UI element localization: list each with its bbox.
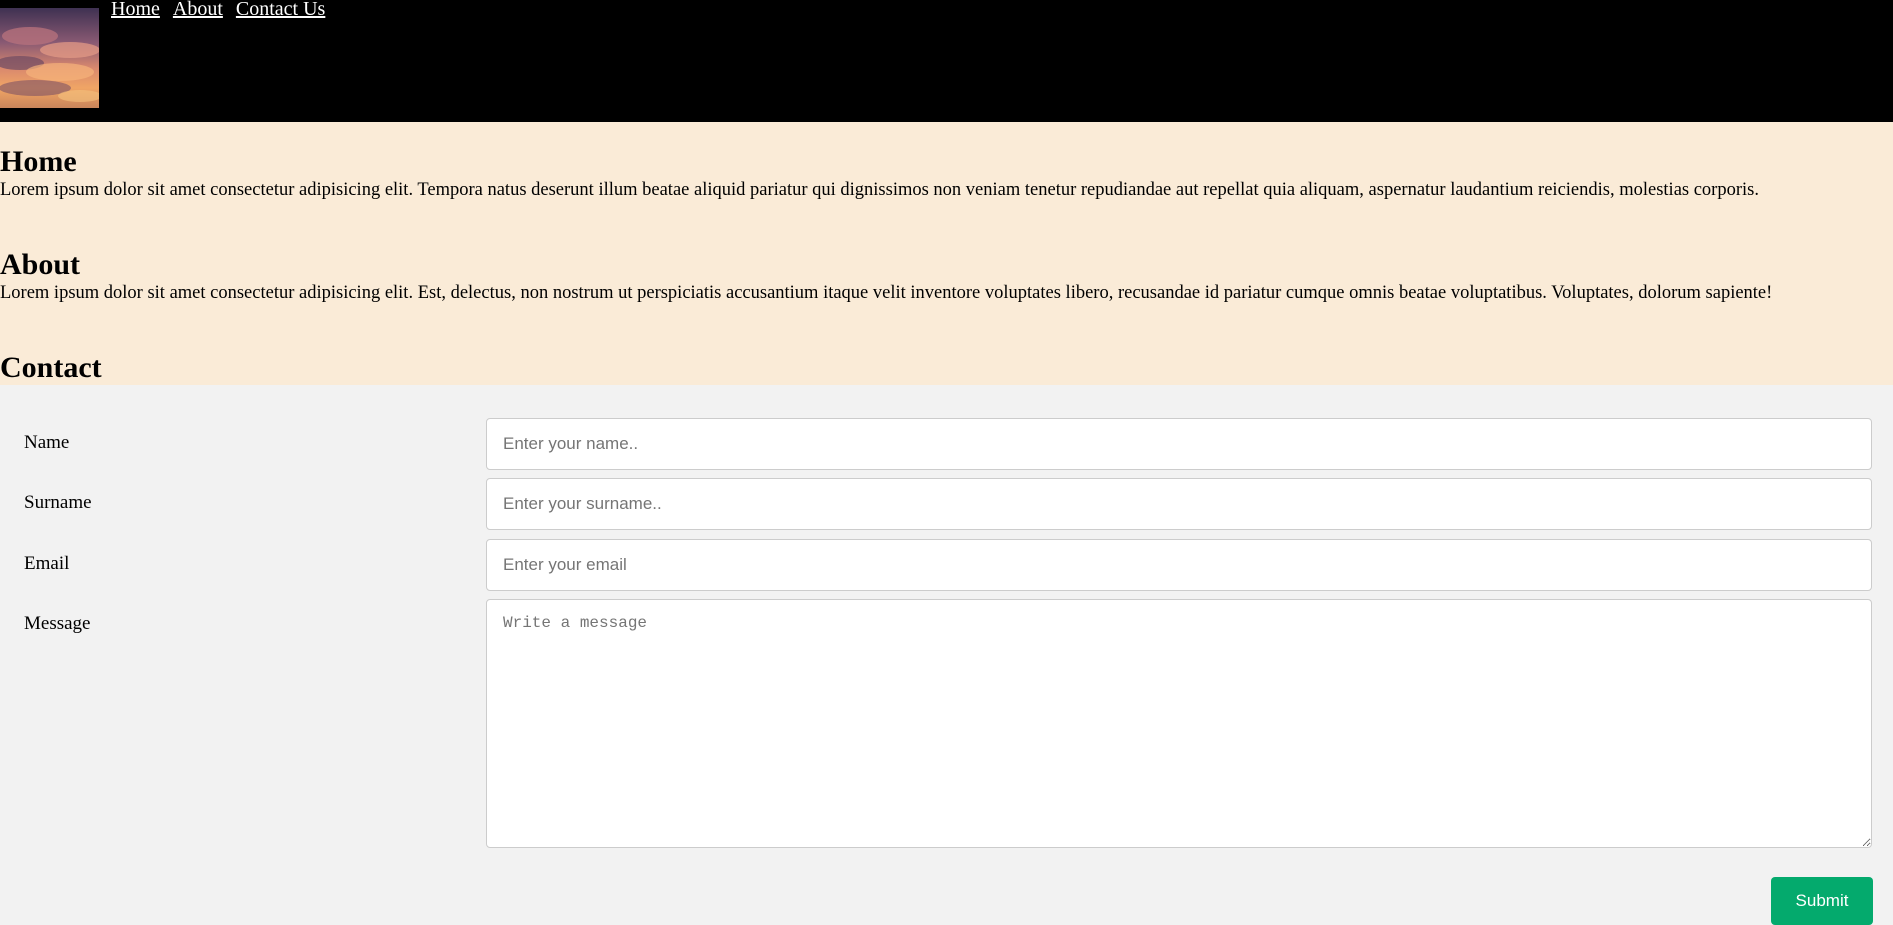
email-input[interactable] — [486, 539, 1872, 591]
about-heading: About — [0, 248, 81, 281]
submit-button[interactable]: Submit — [1771, 877, 1873, 925]
site-header: Home About Contact Us — [0, 0, 1893, 122]
logo-image — [0, 8, 99, 108]
main-nav: Home About Contact Us — [111, 0, 325, 21]
home-text: Lorem ipsum dolor sit amet consectetur a… — [0, 180, 1759, 200]
name-input[interactable] — [486, 418, 1872, 470]
content-section — [0, 122, 1893, 385]
nav-link-home[interactable]: Home — [111, 0, 160, 21]
home-heading: Home — [0, 145, 77, 178]
surname-label: Surname — [24, 492, 92, 513]
about-text: Lorem ipsum dolor sit amet consectetur a… — [0, 283, 1773, 303]
nav-link-contact-us[interactable]: Contact Us — [236, 0, 325, 21]
message-textarea[interactable] — [486, 599, 1872, 848]
contact-form: Name Surname Email Message Submit — [0, 385, 1893, 925]
email-label: Email — [24, 553, 70, 574]
message-label: Message — [24, 613, 91, 634]
nav-link-about[interactable]: About — [173, 0, 223, 21]
name-label: Name — [24, 432, 70, 453]
surname-input[interactable] — [486, 478, 1872, 530]
sunset-sky-image — [0, 8, 99, 108]
